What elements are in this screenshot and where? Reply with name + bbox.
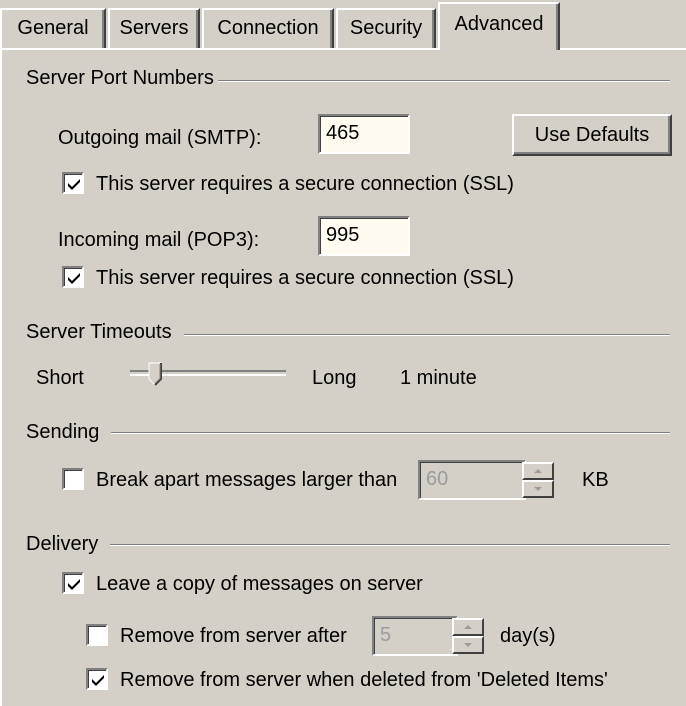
remove-deleted-label: Remove from server when deleted from 'De… bbox=[120, 669, 608, 691]
group-heading-sending: Sending bbox=[26, 420, 112, 444]
remove-after-checkbox[interactable] bbox=[86, 624, 108, 646]
tab-baseline bbox=[0, 48, 686, 50]
pop3-ssl-checkbox[interactable] bbox=[62, 266, 84, 288]
tab-general[interactable]: General bbox=[0, 8, 106, 48]
group-heading-timeouts: Server Timeouts bbox=[26, 320, 184, 344]
break-apart-label: Break apart messages larger than bbox=[96, 469, 398, 491]
break-apart-checkbox[interactable] bbox=[62, 468, 84, 490]
pop3-label: Incoming mail (POP3): bbox=[58, 229, 260, 251]
smtp-label: Outgoing mail (SMTP): bbox=[58, 127, 262, 149]
check-icon bbox=[68, 273, 80, 284]
leave-copy-label: Leave a copy of messages on server bbox=[96, 573, 423, 595]
panel-border bbox=[0, 48, 2, 706]
timeout-value-label: 1 minute bbox=[400, 367, 477, 389]
remove-after-label: Remove from server after bbox=[120, 625, 347, 647]
timeout-long-label: Long bbox=[312, 367, 357, 389]
timeout-slider-thumb[interactable] bbox=[148, 362, 162, 386]
leave-copy-checkbox[interactable] bbox=[62, 572, 84, 594]
remove-after-days-input[interactable]: 5 bbox=[372, 616, 458, 656]
check-icon bbox=[68, 179, 80, 190]
tab-servers[interactable]: Servers bbox=[108, 8, 200, 48]
group-divider bbox=[36, 544, 670, 546]
arrow-up-icon bbox=[464, 625, 472, 629]
break-apart-size-spinner[interactable] bbox=[522, 462, 554, 498]
smtp-ssl-checkbox[interactable] bbox=[62, 172, 84, 194]
smtp-port-input[interactable]: 465 bbox=[318, 114, 410, 154]
arrow-down-icon bbox=[534, 487, 542, 491]
tab-advanced[interactable]: Advanced bbox=[438, 2, 560, 50]
spinner-down-button[interactable] bbox=[522, 480, 554, 498]
break-apart-unit: KB bbox=[582, 469, 609, 491]
remove-deleted-checkbox[interactable] bbox=[86, 668, 108, 690]
use-defaults-button[interactable]: Use Defaults bbox=[512, 114, 672, 156]
arrow-down-icon bbox=[464, 643, 472, 647]
remove-after-unit: day(s) bbox=[500, 625, 556, 647]
group-divider bbox=[36, 432, 670, 434]
arrow-up-icon bbox=[534, 469, 542, 473]
spinner-up-button[interactable] bbox=[522, 462, 554, 480]
group-heading-delivery: Delivery bbox=[26, 532, 111, 556]
break-apart-size-input[interactable]: 60 bbox=[418, 460, 526, 500]
pop3-port-input[interactable]: 995 bbox=[318, 216, 410, 256]
smtp-ssl-label: This server requires a secure connection… bbox=[96, 173, 514, 195]
check-icon bbox=[92, 675, 104, 686]
spinner-down-button[interactable] bbox=[452, 636, 484, 654]
tab-strip: General Servers Connection Security Adva… bbox=[0, 0, 686, 52]
group-heading-port-numbers: Server Port Numbers bbox=[26, 66, 218, 90]
pop3-ssl-label: This server requires a secure connection… bbox=[96, 267, 514, 289]
check-icon bbox=[68, 579, 80, 590]
tab-connection[interactable]: Connection bbox=[202, 8, 334, 48]
spinner-up-button[interactable] bbox=[452, 618, 484, 636]
tab-security[interactable]: Security bbox=[336, 8, 436, 48]
timeout-short-label: Short bbox=[36, 367, 84, 389]
remove-after-days-spinner[interactable] bbox=[452, 618, 484, 654]
